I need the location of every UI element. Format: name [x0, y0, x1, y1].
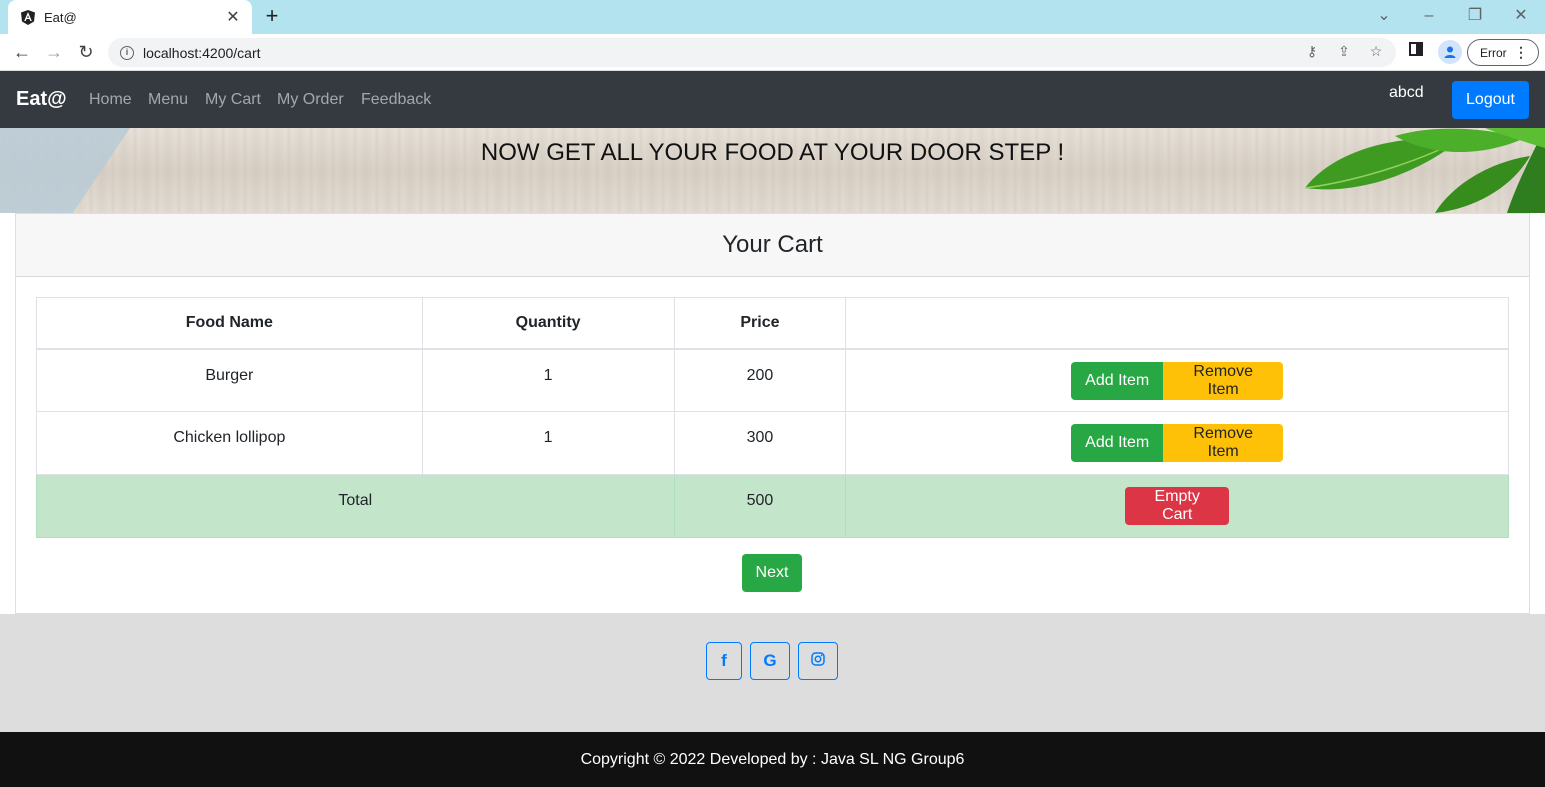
add-item-button[interactable]: Add Item — [1071, 361, 1164, 400]
cell-quantity: 1 — [421, 411, 675, 475]
item-button-group: Add Item Remove Item — [1071, 424, 1284, 462]
profile-icon[interactable] — [1438, 40, 1462, 64]
close-icon[interactable]: ✕ — [224, 7, 242, 27]
table-header-row: Food Name Quantity Price — [36, 297, 1509, 350]
total-value: 500 — [673, 474, 847, 538]
cart-title: Your Cart — [16, 214, 1529, 277]
banner-headline: NOW GET ALL YOUR FOOD AT YOUR DOOR STEP … — [480, 139, 1065, 166]
hero-banner: NOW GET ALL YOUR FOOD AT YOUR DOOR STEP … — [0, 128, 1545, 213]
nav-link-my-order[interactable]: My Order — [277, 91, 344, 109]
minimize-icon[interactable]: – — [1417, 4, 1441, 28]
cell-food-name: Chicken lollipop — [36, 411, 423, 475]
cell-empty-cart: Empty Cart — [845, 474, 1509, 538]
username-label: abcd — [1389, 84, 1424, 101]
share-icon[interactable]: ⇪ — [1334, 41, 1354, 61]
app-navbar: Eat@ Home Menu My Cart My Order Feedback… — [0, 71, 1545, 128]
social-section: f G — [0, 614, 1545, 732]
header-price: Price — [673, 297, 847, 350]
facebook-icon: f — [721, 651, 727, 670]
header-food-name: Food Name — [36, 297, 423, 350]
cell-food-name: Burger — [36, 348, 423, 412]
angular-favicon — [20, 9, 36, 25]
info-icon[interactable]: i — [120, 45, 134, 60]
nav-link-menu[interactable]: Menu — [148, 91, 188, 109]
tab-title: Eat@ — [44, 9, 77, 25]
star-icon[interactable]: ☆ — [1366, 41, 1386, 61]
error-button[interactable]: Error ⋮ — [1467, 39, 1539, 66]
item-button-group: Add Item Remove Item — [1071, 361, 1284, 400]
plus-icon[interactable]: + — [260, 5, 284, 29]
copyright-text: Copyright © 2022 Developed by : Java SL … — [580, 750, 965, 768]
kebab-menu-icon[interactable]: ⋮ — [1514, 44, 1528, 60]
add-item-button[interactable]: Add Item — [1071, 424, 1164, 462]
nav-link-home[interactable]: Home — [89, 91, 132, 109]
url-text: localhost:4200/cart — [143, 44, 261, 61]
brand-logo[interactable]: Eat@ — [16, 88, 67, 111]
nav-link-my-cart[interactable]: My Cart — [205, 91, 261, 109]
remove-item-button[interactable]: Remove Item — [1163, 424, 1284, 462]
sidepanel-icon[interactable] — [1406, 41, 1426, 61]
browser-tabstrip: Eat@ ✕ + ⌄ – ❐ ✕ — [0, 0, 1545, 34]
google-icon: G — [763, 651, 777, 670]
logout-button[interactable]: Logout — [1452, 81, 1529, 119]
cart-card: Your Cart Food Name Quantity Price Burge… — [15, 213, 1530, 614]
total-label: Total — [36, 474, 675, 538]
cart-table: Food Name Quantity Price Burger 1 200 Ad… — [36, 297, 1509, 538]
browser-toolbar: ← → ↻ i localhost:4200/cart ⚷ ⇪ ☆ Error … — [0, 34, 1545, 71]
forward-icon[interactable]: → — [42, 41, 66, 65]
header-quantity: Quantity — [421, 297, 675, 350]
cell-actions: Add Item Remove Item — [845, 411, 1509, 475]
cell-price: 200 — [673, 348, 847, 412]
empty-cart-button[interactable]: Empty Cart — [1125, 487, 1230, 525]
cell-price: 300 — [673, 411, 847, 475]
google-button[interactable]: G — [750, 642, 790, 680]
address-bar[interactable]: i localhost:4200/cart — [108, 38, 1396, 67]
cell-quantity: 1 — [421, 348, 675, 412]
instagram-icon — [811, 651, 825, 671]
key-icon[interactable]: ⚷ — [1302, 41, 1322, 61]
nav-link-feedback[interactable]: Feedback — [361, 91, 431, 109]
browser-tab[interactable]: Eat@ ✕ — [8, 0, 252, 34]
table-row: Chicken lollipop 1 300 Add Item Remove I… — [36, 411, 1509, 475]
chevron-down-icon[interactable]: ⌄ — [1372, 4, 1396, 28]
table-row: Burger 1 200 Add Item Remove Item — [36, 348, 1509, 412]
remove-item-button[interactable]: Remove Item — [1163, 361, 1284, 400]
error-label: Error — [1480, 45, 1507, 60]
back-icon[interactable]: ← — [10, 41, 34, 65]
close-window-icon[interactable]: ✕ — [1509, 4, 1533, 28]
instagram-button[interactable] — [798, 642, 838, 680]
reload-icon[interactable]: ↻ — [74, 41, 98, 65]
next-button[interactable]: Next — [742, 554, 802, 592]
header-actions — [845, 297, 1509, 350]
restore-icon[interactable]: ❐ — [1463, 4, 1487, 28]
facebook-button[interactable]: f — [706, 642, 742, 680]
total-row: Total 500 Empty Cart — [36, 474, 1509, 538]
cell-actions: Add Item Remove Item — [845, 348, 1509, 412]
page-footer: Copyright © 2022 Developed by : Java SL … — [0, 732, 1545, 787]
